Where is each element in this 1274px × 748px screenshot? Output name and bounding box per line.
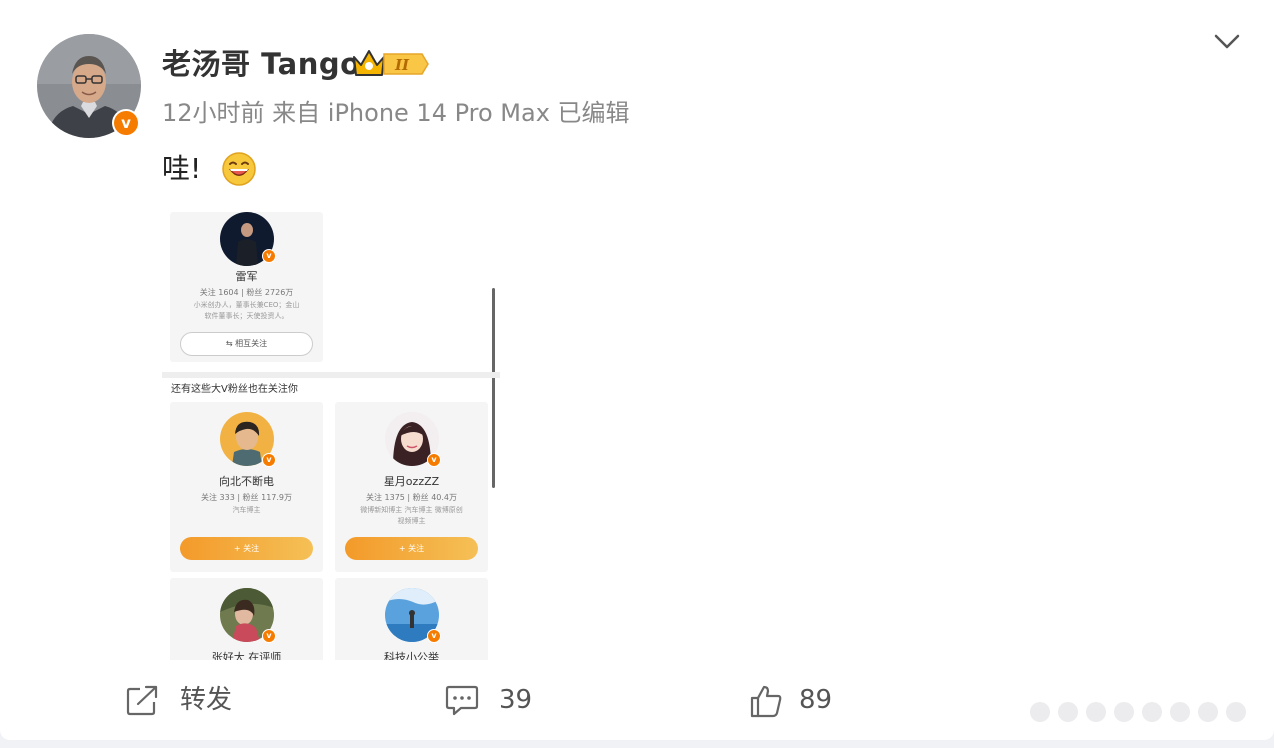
user-name[interactable]: 向北不断电 bbox=[170, 475, 323, 489]
user-stats: 关注 1604 | 粉丝 2726万 bbox=[199, 288, 294, 297]
repost-button[interactable]: 转发 bbox=[126, 682, 246, 718]
post-text: 哇! bbox=[162, 152, 202, 185]
chevron-down-icon[interactable] bbox=[1212, 30, 1242, 54]
user-card-leijun: v 雷军 关注 1604 | 粉丝 2726万 小米创办人，董事长兼CEO；金山… bbox=[170, 212, 323, 362]
user-verified-icon: v bbox=[427, 453, 441, 467]
like-button[interactable]: 89 bbox=[749, 682, 849, 718]
user-stats: 关注 1375 | 粉丝 40.4万 bbox=[365, 493, 458, 502]
follow-button[interactable]: + 关注 bbox=[180, 537, 313, 560]
scrollbar[interactable] bbox=[492, 288, 495, 488]
mutual-follow-button[interactable]: ⇆ 相互关注 bbox=[180, 332, 313, 356]
user-name[interactable]: 科技小公举 bbox=[335, 651, 488, 660]
user-verified-icon: v bbox=[262, 453, 276, 467]
reaction-avatars bbox=[1030, 702, 1246, 722]
user-desc: 汽车博主 bbox=[232, 506, 261, 514]
user-name[interactable]: 星月ozzZZ bbox=[335, 475, 488, 489]
user-desc: 小米创办人，董事长兼CEO；金山 bbox=[193, 301, 300, 309]
crown-icon[interactable]: II bbox=[352, 47, 430, 79]
divider bbox=[162, 372, 500, 378]
user-verified-icon: v bbox=[427, 629, 441, 643]
user-desc: 软件董事长；天使投资人。 bbox=[204, 312, 289, 320]
user-desc: 微博新知博主 汽车博主 微博原创 bbox=[360, 506, 463, 514]
user-stats: 关注 333 | 粉丝 117.9万 bbox=[200, 493, 293, 502]
like-count: 89 bbox=[799, 685, 833, 715]
user-card: v 科技小公举 bbox=[335, 578, 488, 660]
user-name[interactable]: 雷军 bbox=[170, 270, 323, 284]
post-image[interactable]: v 雷军 关注 1604 | 粉丝 2726万 小米创办人，董事长兼CEO；金山… bbox=[162, 206, 500, 660]
user-verified-icon: v bbox=[262, 629, 276, 643]
like-icon bbox=[750, 685, 782, 718]
user-name[interactable]: 张好大 在评师 bbox=[170, 651, 323, 660]
follow-button[interactable]: + 关注 bbox=[345, 537, 478, 560]
user-desc: 视频博主 bbox=[397, 517, 426, 525]
level-badge-text: II bbox=[394, 56, 410, 74]
user-card: v 张好大 在评师 bbox=[170, 578, 323, 660]
user-verified-icon: v bbox=[262, 249, 276, 263]
author-name[interactable]: 老汤哥 Tango bbox=[162, 44, 361, 84]
comment-icon bbox=[445, 685, 479, 716]
user-card: v 向北不断电 关注 333 | 粉丝 117.9万 汽车博主 + 关注 bbox=[170, 402, 323, 572]
post-meta: 12小时前 来自 iPhone 14 Pro Max 已编辑 bbox=[162, 99, 630, 127]
repost-label: 转发 bbox=[180, 685, 233, 715]
comment-button[interactable]: 39 bbox=[445, 682, 545, 718]
post-card: v 老汤哥 Tango II 12小时前 来自 iPhone 14 Pro Ma… bbox=[0, 0, 1274, 740]
section-title: 还有这些大V粉丝也在关注你 bbox=[171, 384, 298, 395]
comment-count: 39 bbox=[499, 685, 533, 715]
user-card: v 星月ozzZZ 关注 1375 | 粉丝 40.4万 微博新知博主 汽车博主… bbox=[335, 402, 488, 572]
verified-badge: v bbox=[112, 109, 140, 137]
laughing-emoji bbox=[222, 152, 256, 186]
share-icon bbox=[126, 685, 158, 716]
